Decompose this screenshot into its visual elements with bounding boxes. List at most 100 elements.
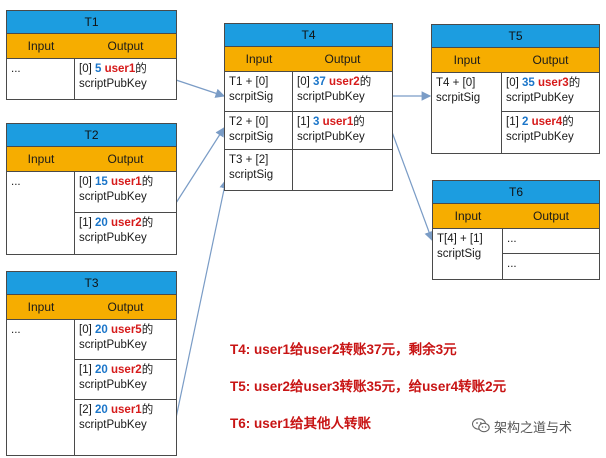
input-column: T1 + [0] scrpitSig T2 + [0] scrpitSig T3… bbox=[225, 72, 293, 190]
column-headers: Input Output bbox=[433, 204, 599, 229]
output-cell: [2] 20 user1的 scriptPubKey bbox=[75, 400, 176, 455]
note-t6: T6: user1给其他人转账 bbox=[230, 416, 372, 431]
input-ref: T4 + [0] bbox=[436, 77, 476, 89]
output-amount: 15 bbox=[95, 176, 108, 188]
input-header: Input bbox=[27, 152, 55, 166]
tx-body: T[4] + [1] scriptSig ... ... bbox=[433, 229, 599, 279]
output-suffix: 的 bbox=[141, 217, 154, 229]
tx-t1: T1 Input Output ... [0] 5 user1的 scriptP… bbox=[6, 10, 177, 100]
output-cell: [0] 20 user5的 scriptPubKey bbox=[75, 320, 176, 360]
output-cell: ... bbox=[503, 229, 599, 254]
input-column: T4 + [0] scrpitSig bbox=[432, 73, 502, 153]
tx-t4: T4 Input Output T1 + [0] scrpitSig T2 + … bbox=[224, 23, 393, 191]
arrow-t1-to-t4 bbox=[175, 79, 226, 98]
output-index: [0] bbox=[79, 176, 92, 188]
output-index: [0] bbox=[506, 77, 519, 89]
output-header: Output bbox=[532, 209, 570, 223]
output-column: [0] 5 user1的 scriptPubKey bbox=[75, 59, 176, 99]
input-column: ... bbox=[7, 59, 75, 99]
input-header: Input bbox=[245, 52, 273, 66]
output-cell: [1] 2 user4的 scriptPubKey bbox=[502, 112, 599, 153]
input-script: scrpitSig bbox=[436, 92, 481, 104]
input-script: scrpitSig bbox=[229, 131, 274, 143]
output-script: scriptPubKey bbox=[297, 91, 365, 103]
input-ref: T2 + [0] bbox=[229, 116, 269, 128]
output-index: [0] bbox=[297, 76, 310, 88]
output-cell: ... bbox=[507, 258, 517, 270]
input-cell: T1 + [0] scrpitSig bbox=[225, 72, 292, 112]
input-cell: ... bbox=[11, 176, 21, 188]
tx-body: T1 + [0] scrpitSig T2 + [0] scrpitSig T3… bbox=[225, 72, 392, 190]
output-suffix: 的 bbox=[359, 76, 372, 88]
output-suffix: 的 bbox=[353, 116, 365, 128]
arrow-t2-to-t4 bbox=[175, 126, 225, 204]
tx-title: T2 bbox=[7, 124, 176, 147]
input-cell: ... bbox=[11, 324, 21, 336]
output-cell-empty bbox=[293, 150, 392, 190]
output-user: user1 bbox=[322, 116, 354, 128]
column-headers: Input Output bbox=[7, 34, 176, 59]
tx-t3: T3 Input Output ... [0] 20 user5的 script… bbox=[6, 271, 177, 456]
output-index: [0] bbox=[79, 63, 92, 75]
wechat-icon bbox=[471, 417, 490, 436]
column-headers: Input Output bbox=[7, 147, 176, 172]
output-script: scriptPubKey bbox=[79, 191, 147, 203]
tx-title: T3 bbox=[7, 272, 176, 295]
output-user: user4 bbox=[531, 116, 563, 128]
output-amount: 3 bbox=[313, 116, 320, 128]
output-header: Output bbox=[107, 152, 144, 166]
input-ref: T[4] + [1] bbox=[437, 233, 483, 245]
output-user: user2 bbox=[111, 364, 142, 376]
output-suffix: 的 bbox=[141, 364, 154, 376]
output-amount: 20 bbox=[95, 324, 108, 336]
input-header: Input bbox=[27, 300, 55, 314]
tx-body: ... [0] 20 user5的 scriptPubKey [1] 20 us… bbox=[7, 320, 176, 455]
input-cell: T4 + [0] scrpitSig bbox=[432, 73, 501, 153]
output-amount: 35 bbox=[522, 77, 535, 89]
output-script: scriptPubKey bbox=[79, 232, 147, 244]
output-index: [1] bbox=[79, 364, 92, 376]
watermark: 架构之道与术 bbox=[471, 417, 572, 436]
output-amount: 20 bbox=[95, 217, 108, 229]
output-amount: 20 bbox=[95, 404, 108, 416]
output-user: user1 bbox=[111, 404, 142, 416]
note-t5: T5: user2给user3转账35元，给user4转账2元 bbox=[230, 379, 507, 394]
output-index: [1] bbox=[297, 116, 310, 128]
input-script: scriptSig bbox=[437, 248, 482, 260]
output-column: [0] 37 user2的 scriptPubKey [1] 3 user1的 … bbox=[293, 72, 392, 190]
output-suffix: 的 bbox=[562, 116, 574, 128]
tx-title: T5 bbox=[432, 25, 599, 48]
input-ref: T3 + [2] bbox=[229, 154, 269, 166]
output-cell: [1] 3 user1的 scriptPubKey bbox=[293, 112, 392, 150]
input-ref: T1 + [0] bbox=[229, 76, 269, 88]
output-user: user1 bbox=[111, 176, 142, 188]
note-t4: T4: user1给user2转账37元，剩余3元 bbox=[230, 342, 457, 357]
output-column: [0] 15 user1的 scriptPubKey [1] 20 user2的… bbox=[75, 172, 176, 254]
output-script: scriptPubKey bbox=[79, 379, 147, 391]
output-suffix: 的 bbox=[141, 176, 154, 188]
output-cell: [0] 37 user2的 scriptPubKey bbox=[293, 72, 392, 112]
output-user: user1 bbox=[104, 63, 136, 75]
output-index: [1] bbox=[506, 116, 519, 128]
output-cell: [1] 20 user2的 scriptPubKey bbox=[75, 213, 176, 254]
output-header: Output bbox=[107, 300, 144, 314]
input-script: scriptSig bbox=[229, 169, 274, 181]
output-user: user2 bbox=[329, 76, 360, 88]
output-cell: [0] 5 user1的 scriptPubKey bbox=[75, 59, 176, 99]
notes: T4: user1给user2转账37元，剩余3元 T5: user2给user… bbox=[230, 338, 506, 449]
tx-t5: T5 Input Output T4 + [0] scrpitSig [0] 3… bbox=[431, 24, 600, 154]
output-script: scriptPubKey bbox=[79, 419, 147, 431]
input-cell: ... bbox=[11, 63, 21, 75]
output-index: [1] bbox=[79, 217, 92, 229]
arrow-t3-to-t4 bbox=[175, 178, 229, 419]
input-header: Input bbox=[453, 53, 481, 67]
output-suffix: 的 bbox=[568, 77, 581, 89]
output-index: [2] bbox=[79, 404, 92, 416]
output-column: [0] 35 user3的 scriptPubKey [1] 2 user4的 … bbox=[502, 73, 599, 153]
tx-body: T4 + [0] scrpitSig [0] 35 user3的 scriptP… bbox=[432, 73, 599, 153]
output-amount: 5 bbox=[95, 63, 102, 75]
input-column: ... bbox=[7, 320, 75, 455]
output-amount: 2 bbox=[522, 116, 529, 128]
input-header: Input bbox=[454, 209, 482, 223]
input-cell: T3 + [2] scriptSig bbox=[225, 150, 292, 190]
